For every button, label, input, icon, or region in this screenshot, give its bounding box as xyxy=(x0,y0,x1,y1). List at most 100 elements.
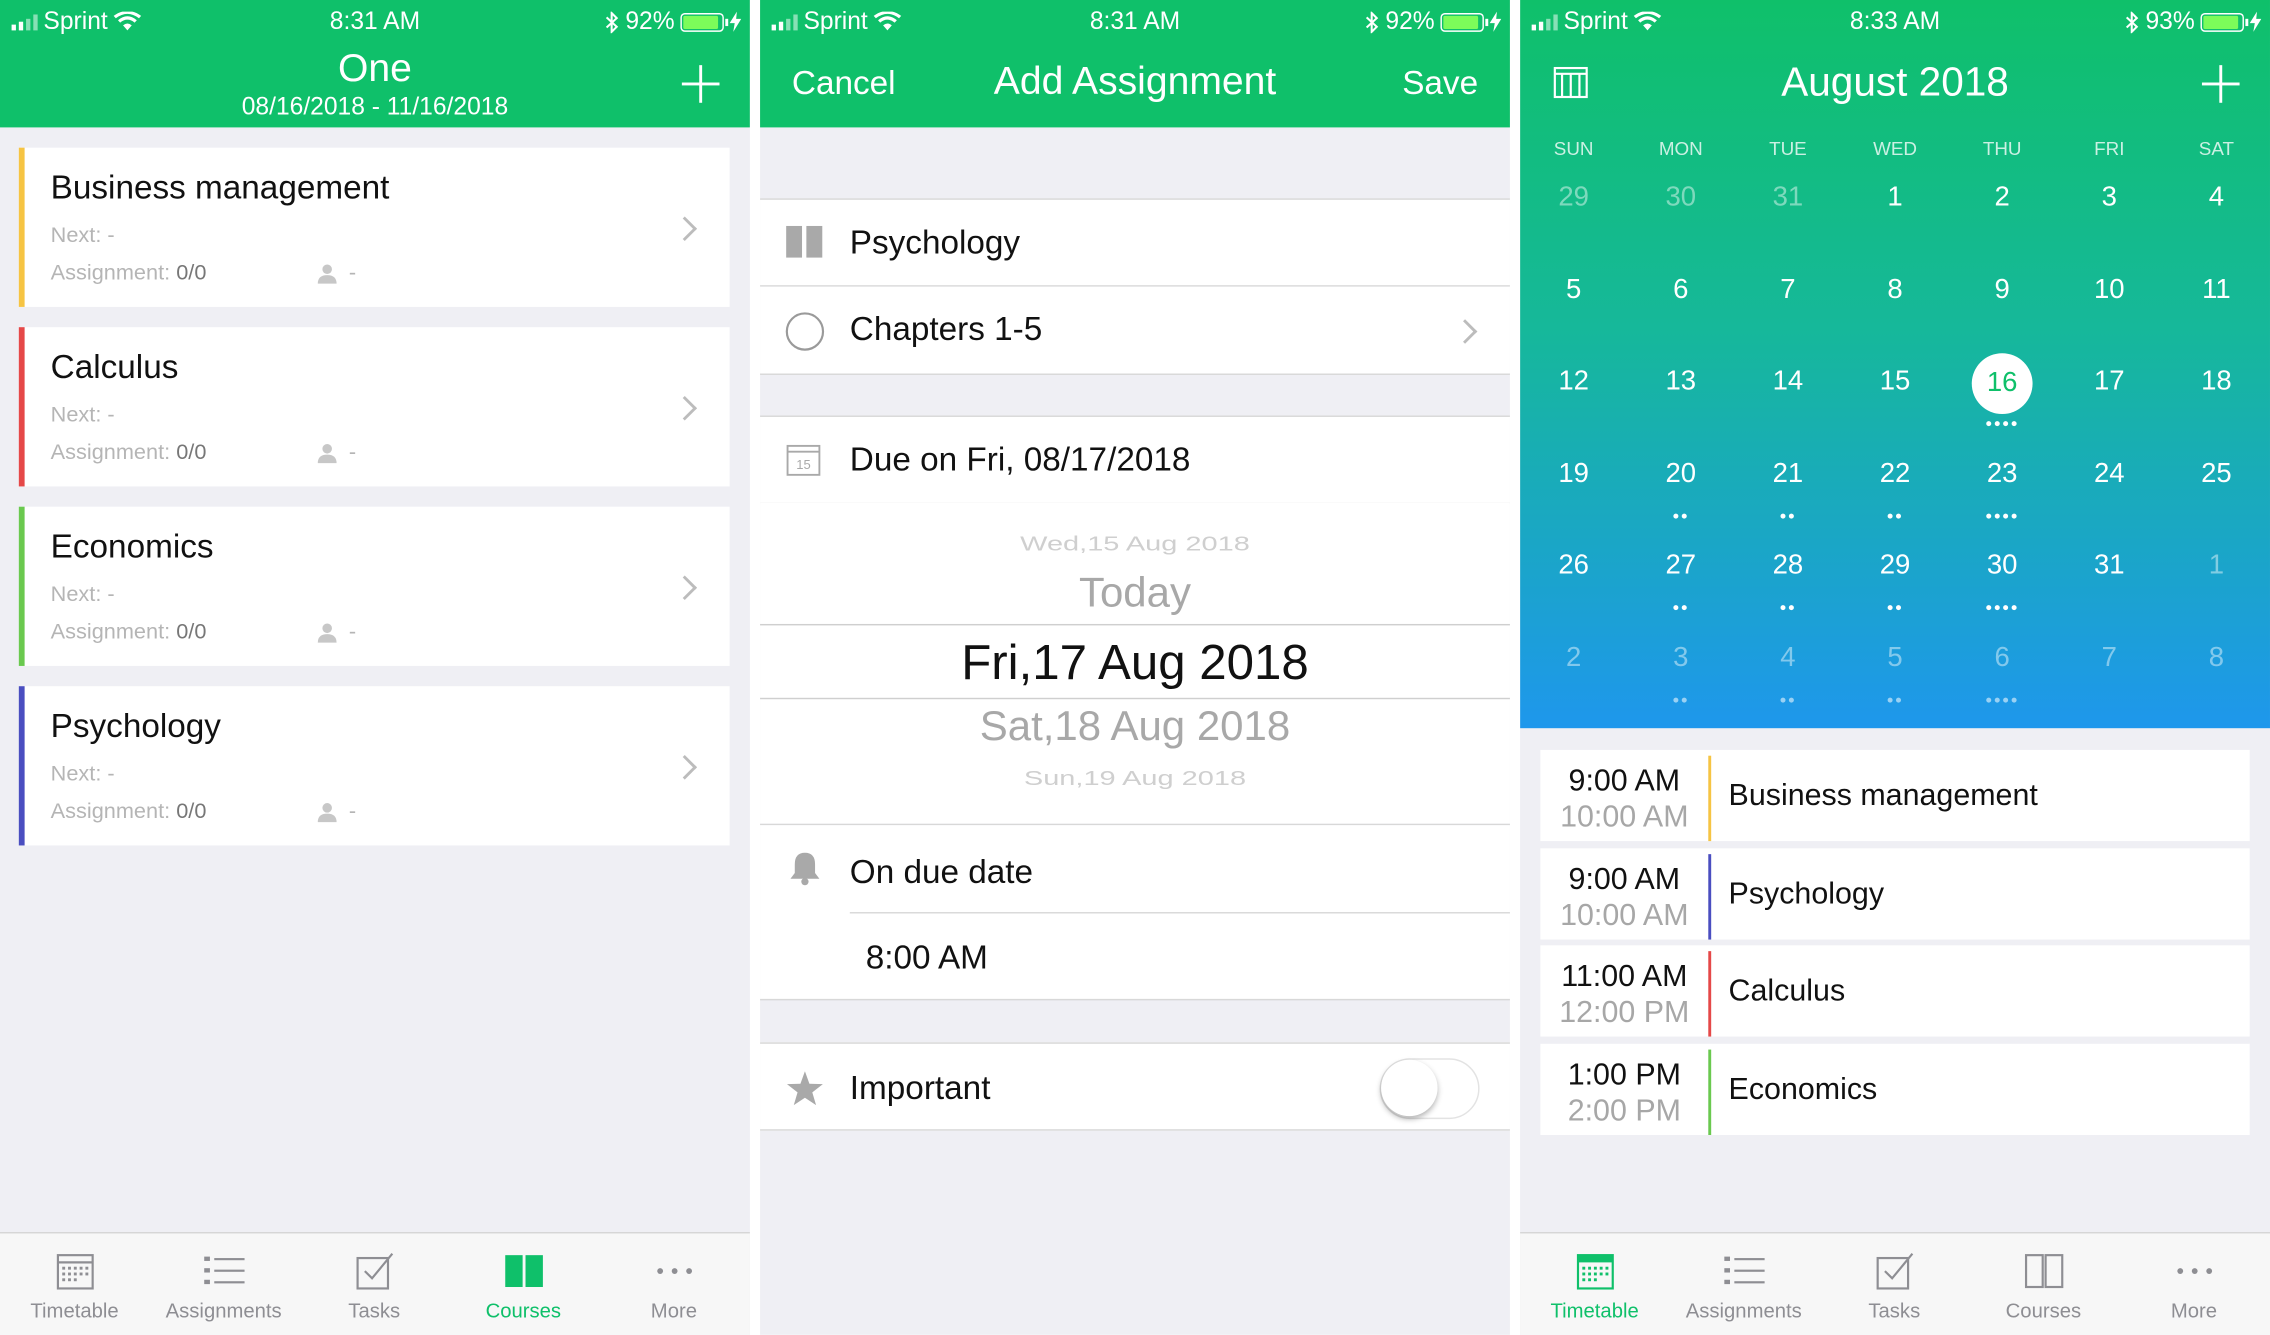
battery-percent: 92% xyxy=(1385,7,1435,35)
day-number: 18 xyxy=(2201,366,2232,397)
calendar-day[interactable]: 11 xyxy=(2163,261,2270,319)
calendar-day[interactable]: 25 xyxy=(2163,445,2270,503)
date-picker[interactable]: Wed,15 Aug 2018 Today Fri,17 Aug 2018 Sa… xyxy=(760,502,1510,824)
tab-assignments[interactable]: Assignments xyxy=(1669,1233,1818,1334)
calendar-day[interactable]: 2 xyxy=(1949,169,2056,227)
tab-tasks[interactable]: Tasks xyxy=(1820,1233,1969,1334)
course-card-economics[interactable]: Economics Next: - Assignment: 0/0 - xyxy=(18,506,730,666)
tab-bar: Timetable Assignments Tasks Courses More xyxy=(0,1231,750,1335)
calendar-day[interactable]: 1 xyxy=(1841,169,1948,227)
picker-option[interactable]: Sat,18 Aug 2018 xyxy=(760,704,1510,752)
calendar-day[interactable]: 21 xyxy=(1734,445,1841,503)
checkbox-icon xyxy=(1876,1253,1914,1290)
calendar-day[interactable]: 7 xyxy=(2056,629,2163,687)
timetable-event[interactable]: 9:00 AM 10:00 AM Business management xyxy=(1540,749,2250,842)
event-color-bar xyxy=(1708,1049,1712,1136)
calendar-day[interactable]: 19 xyxy=(1520,445,1627,503)
tab-timetable[interactable]: Timetable xyxy=(0,1233,149,1334)
calendar-day[interactable]: 3 xyxy=(1627,629,1734,687)
calendar-day[interactable]: 5 xyxy=(1841,629,1948,687)
day-number: 23 xyxy=(1986,458,2018,489)
calendar-day[interactable]: 30 xyxy=(1949,537,2056,595)
month-title[interactable]: August 2018 xyxy=(1520,59,2270,105)
plus-icon[interactable] xyxy=(2201,65,2240,103)
screenshot-collage: Sprint 8:31 AM 92% One 08/16/2018 - 11/1… xyxy=(0,0,2270,1335)
calendar-day[interactable]: 6 xyxy=(1627,261,1734,319)
day-number: 22 xyxy=(1879,458,1911,489)
calendar-day[interactable]: 23 xyxy=(1949,445,2056,503)
event-dots: ●● xyxy=(1779,508,1797,522)
calendar-day[interactable]: 18 xyxy=(2163,353,2270,411)
calendar-day[interactable]: 13 xyxy=(1627,353,1734,411)
calendar-day[interactable]: 1 xyxy=(2163,537,2270,595)
day-number: 16 xyxy=(1971,353,2033,415)
calendar-day[interactable]: 30 xyxy=(1627,169,1734,227)
calendar-day[interactable]: 29 xyxy=(1841,537,1948,595)
calendar-day[interactable]: 4 xyxy=(1734,629,1841,687)
picker-option[interactable]: Sun,19 Aug 2018 xyxy=(760,768,1510,791)
event-dots: ●● xyxy=(1886,600,1904,614)
tab-timetable[interactable]: Timetable xyxy=(1520,1233,1669,1334)
tab-tasks[interactable]: Tasks xyxy=(300,1233,449,1334)
calendar-day[interactable]: 4 xyxy=(2163,169,2270,227)
calendar-day[interactable]: 7 xyxy=(1734,261,1841,319)
tab-more[interactable]: More xyxy=(2119,1233,2268,1334)
reminder-label[interactable]: On due date xyxy=(850,853,1033,892)
timetable-event[interactable]: 11:00 AM 12:00 PM Calculus xyxy=(1540,945,2250,1038)
calendar-day[interactable]: 20 xyxy=(1627,445,1734,503)
day-number: 31 xyxy=(2093,550,2125,581)
calendar-day[interactable]: 3 xyxy=(2056,169,2163,227)
calendar-day[interactable]: 22 xyxy=(1841,445,1948,503)
event-color-bar xyxy=(1708,951,1712,1038)
calendar-day[interactable]: 10 xyxy=(2056,261,2163,319)
calendar-day[interactable]: 26 xyxy=(1520,537,1627,595)
calendar-day[interactable]: 29 xyxy=(1520,169,1627,227)
calendar-day[interactable]: 14 xyxy=(1734,353,1841,411)
battery-percent: 93% xyxy=(2145,7,2195,35)
save-button[interactable]: Save xyxy=(1402,64,1478,103)
tab-courses[interactable]: Courses xyxy=(449,1233,598,1334)
calendar-day[interactable]: 2 xyxy=(1520,629,1627,687)
due-date-row[interactable]: 15 Due on Fri, 08/17/2018 xyxy=(760,415,1510,504)
timetable-event[interactable]: 1:00 PM 2:00 PM Economics xyxy=(1540,1043,2250,1136)
calendar-day[interactable]: 15 xyxy=(1841,353,1948,411)
picker-selection-line xyxy=(760,697,1510,700)
calendar-day[interactable]: 31 xyxy=(1734,169,1841,227)
calendar-day[interactable]: 17 xyxy=(2056,353,2163,411)
calendar-day-today[interactable]: 16 xyxy=(1949,353,2056,415)
chevron-right-icon xyxy=(672,216,698,242)
circle-checkbox-icon[interactable] xyxy=(785,311,826,352)
calendar-day[interactable]: 27 xyxy=(1627,537,1734,595)
important-toggle[interactable] xyxy=(1379,1058,1480,1120)
more-dots-icon xyxy=(657,1268,693,1274)
assignment-name-input[interactable]: Chapters 1-5 xyxy=(850,310,1042,349)
tab-assignments[interactable]: Assignments xyxy=(149,1233,298,1334)
calendar-day[interactable]: 12 xyxy=(1520,353,1627,411)
calendar-day[interactable]: 31 xyxy=(2056,537,2163,595)
course-card-business-management[interactable]: Business management Next: - Assignment: … xyxy=(18,147,730,307)
tab-courses[interactable]: Courses xyxy=(1969,1233,2118,1334)
calendar-day[interactable]: 24 xyxy=(2056,445,2163,503)
timetable-event[interactable]: 9:00 AM 10:00 AM Psychology xyxy=(1540,847,2250,940)
picker-selected-option[interactable]: Fri,17 Aug 2018 xyxy=(760,636,1510,692)
course-card-psychology[interactable]: Psychology Next: - Assignment: 0/0 - xyxy=(18,686,730,846)
assignment-name-row[interactable]: Chapters 1-5 xyxy=(760,286,1510,374)
calendar-day[interactable]: 8 xyxy=(2163,629,2270,687)
tab-more[interactable]: More xyxy=(599,1233,748,1334)
plus-icon[interactable] xyxy=(681,65,720,103)
calendar-day[interactable]: 28 xyxy=(1734,537,1841,595)
weekday-label: SUN xyxy=(1553,137,1594,160)
event-start-time: 11:00 AM xyxy=(1561,960,1688,994)
calendar-day[interactable]: 6 xyxy=(1949,629,2056,687)
course-card-calculus[interactable]: Calculus Next: - Assignment: 0/0 - xyxy=(18,327,730,487)
picker-option[interactable]: Wed,15 Aug 2018 xyxy=(760,533,1510,556)
picker-option[interactable]: Today xyxy=(760,570,1510,618)
reminder-time[interactable]: 8:00 AM xyxy=(866,938,988,977)
calendar-day[interactable]: 8 xyxy=(1841,261,1948,319)
day-number: 4 xyxy=(1780,642,1796,673)
tab-label: Assignments xyxy=(1685,1298,1802,1322)
course-teacher: - xyxy=(348,799,357,824)
calendar-day[interactable]: 5 xyxy=(1520,261,1627,319)
calendar-day[interactable]: 9 xyxy=(1949,261,2056,319)
course-select-row[interactable]: Psychology xyxy=(760,198,1510,287)
